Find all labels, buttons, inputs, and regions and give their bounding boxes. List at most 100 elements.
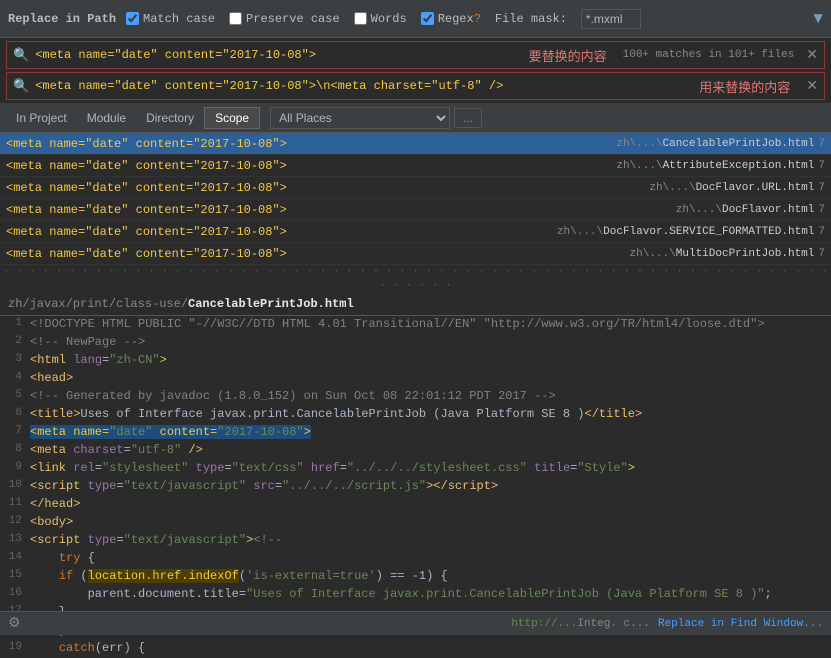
scope-select[interactable]: All Places: [270, 107, 450, 129]
toolbar-checkboxes: Match case Preserve case Words Regex? Fi…: [126, 9, 803, 29]
line-number: 16: [0, 586, 30, 599]
replace-search-bar: 🔍 用来替换的内容 ✕: [6, 72, 825, 100]
result-row[interactable]: <meta name="date" content="2017-10-08"> …: [0, 221, 831, 243]
file-breadcrumb: zh/javax/print/class-use/CancelablePrint…: [0, 293, 831, 316]
regex-input[interactable]: [421, 12, 434, 25]
replace-hint: 用来替换的内容: [689, 77, 800, 96]
filter-icon[interactable]: ▼: [813, 10, 823, 28]
code-line: 8 <meta charset="utf-8" />: [0, 442, 831, 460]
line-content: <!DOCTYPE HTML PUBLIC "-//W3C//DTD HTML …: [30, 316, 765, 331]
line-number: 19: [0, 640, 30, 653]
line-content: if (location.href.indexOf('is-external=t…: [30, 568, 448, 583]
tab-scope[interactable]: Scope: [204, 107, 260, 129]
code-line: 14 try {: [0, 550, 831, 568]
match-case-checkbox[interactable]: Match case: [126, 12, 215, 26]
result-count: 7: [818, 204, 825, 216]
code-area: 1 <!DOCTYPE HTML PUBLIC "-//W3C//DTD HTM…: [0, 316, 831, 658]
preserve-case-input[interactable]: [229, 12, 242, 25]
file-mask-input[interactable]: [581, 9, 641, 29]
result-row[interactable]: <meta name="date" content="2017-10-08"> …: [0, 199, 831, 221]
scope-dots-button[interactable]: ...: [454, 108, 482, 128]
replace-in-find-window-button[interactable]: Replace in Find Window...: [658, 618, 823, 630]
find-search-bar: 🔍 要替换的内容 100+ matches in 101+ files ✕: [6, 41, 825, 69]
result-count: 7: [818, 182, 825, 194]
tab-in-project[interactable]: In Project: [6, 108, 77, 128]
line-number: 6: [0, 406, 30, 419]
code-line: 13 <script type="text/javascript"><!--: [0, 532, 831, 550]
line-number: 13: [0, 532, 30, 545]
line-content: <body>: [30, 514, 73, 529]
line-number: 9: [0, 460, 30, 473]
replace-search-icon: 🔍: [7, 79, 35, 94]
code-line: 11 </head>: [0, 496, 831, 514]
result-path: zh\...\MultiDocPrintJob.html: [630, 248, 815, 260]
line-number: 4: [0, 370, 30, 383]
regex-checkbox[interactable]: Regex?: [421, 12, 481, 26]
line-content: <script type="text/javascript" src="../.…: [30, 478, 498, 493]
scope-bar: In Project Module Directory Scope All Pl…: [0, 103, 831, 133]
result-code: <meta name="date" content="2017-10-08">: [6, 247, 630, 261]
code-line: 19 catch(err) {: [0, 640, 831, 658]
result-code: <meta name="date" content="2017-10-08">: [6, 225, 557, 239]
find-clear-button[interactable]: ✕: [800, 47, 824, 64]
code-line: 7 <meta name="date" content="2017-10-08"…: [0, 424, 831, 442]
result-code: <meta name="date" content="2017-10-08">: [6, 203, 676, 217]
result-count: 7: [818, 226, 825, 238]
result-count: 7: [818, 160, 825, 172]
line-content: try {: [30, 550, 95, 565]
line-number: 11: [0, 496, 30, 509]
line-content: <!-- Generated by javadoc (1.8.0_152) on…: [30, 388, 556, 403]
toolbar-title: Replace in Path: [8, 12, 116, 26]
result-count: 7: [818, 248, 825, 260]
line-content: <title>Uses of Interface javax.print.Can…: [30, 406, 642, 421]
line-number: 15: [0, 568, 30, 581]
settings-icon[interactable]: ⚙: [8, 615, 21, 632]
result-row[interactable]: <meta name="date" content="2017-10-08"> …: [0, 177, 831, 199]
find-hint: 要替换的内容: [519, 46, 617, 65]
line-number: 10: [0, 478, 30, 491]
result-path: zh\...\CancelablePrintJob.html: [616, 138, 814, 150]
replace-clear-button[interactable]: ✕: [800, 78, 824, 95]
result-code: <meta name="date" content="2017-10-08">: [6, 137, 616, 151]
line-content: <script type="text/javascript"><!--: [30, 532, 282, 547]
line-content: <html lang="zh-CN">: [30, 352, 167, 367]
file-mask-label: File mask:: [495, 12, 567, 26]
replace-input[interactable]: [35, 79, 689, 93]
line-number: 1: [0, 316, 30, 329]
code-line: 4 <head>: [0, 370, 831, 388]
tab-module[interactable]: Module: [77, 108, 136, 128]
file-path: zh/javax/print/class-use/CancelablePrint…: [8, 297, 354, 311]
line-content: <!-- NewPage -->: [30, 334, 145, 349]
tab-directory[interactable]: Directory: [136, 108, 204, 128]
words-checkbox[interactable]: Words: [354, 12, 407, 26]
scope-dropdown: All Places ...: [270, 107, 825, 129]
line-content: <head>: [30, 370, 73, 385]
result-row[interactable]: <meta name="date" content="2017-10-08"> …: [0, 243, 831, 265]
line-number: 7: [0, 424, 30, 437]
line-number: 12: [0, 514, 30, 527]
result-code: <meta name="date" content="2017-10-08">: [6, 181, 649, 195]
result-row[interactable]: <meta name="date" content="2017-10-08"> …: [0, 133, 831, 155]
preserve-case-checkbox[interactable]: Preserve case: [229, 12, 340, 26]
code-line: 12 <body>: [0, 514, 831, 532]
code-line: 16 parent.document.title="Uses of Interf…: [0, 586, 831, 604]
code-line: 3 <html lang="zh-CN">: [0, 352, 831, 370]
code-line: 10 <script type="text/javascript" src=".…: [0, 478, 831, 496]
result-row[interactable]: <meta name="date" content="2017-10-08"> …: [0, 155, 831, 177]
words-input[interactable]: [354, 12, 367, 25]
results-list: <meta name="date" content="2017-10-08"> …: [0, 133, 831, 265]
bottom-url: http://...Integ. c...: [29, 618, 650, 630]
result-code: <meta name="date" content="2017-10-08">: [6, 159, 616, 173]
line-content: <link rel="stylesheet" type="text/css" h…: [30, 460, 635, 475]
result-path: zh\...\AttributeException.html: [616, 160, 814, 172]
find-input[interactable]: [35, 48, 518, 62]
regex-label: Regex?: [438, 12, 481, 26]
result-path: zh\...\DocFlavor.SERVICE_FORMATTED.html: [557, 226, 814, 238]
match-case-input[interactable]: [126, 12, 139, 25]
code-line: 9 <link rel="stylesheet" type="text/css"…: [0, 460, 831, 478]
result-path: zh\...\DocFlavor.html: [676, 204, 815, 216]
line-content: <meta name="date" content="2017-10-08">: [30, 424, 311, 439]
line-content: <meta charset="utf-8" />: [30, 442, 203, 457]
line-number: 8: [0, 442, 30, 455]
line-number: 14: [0, 550, 30, 563]
